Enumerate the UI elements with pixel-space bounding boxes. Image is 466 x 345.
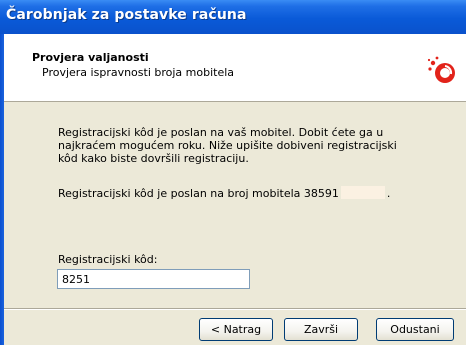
page-subtitle: Provjera ispravnosti broja mobitela <box>42 66 235 79</box>
phone-number-line: Registracijski kôd je poslan na broj mob… <box>58 186 390 200</box>
wizard-body: Registracijski kôd je poslan na vaš mobi… <box>4 102 466 308</box>
wizard-header: Provjera valjanosti Provjera ispravnosti… <box>4 34 466 102</box>
phone-number-redaction <box>340 186 385 199</box>
instruction-text: Registracijski kôd je poslan na vaš mobi… <box>58 126 397 165</box>
registration-code-label: Registracijski kôd: <box>58 253 158 266</box>
registration-code-input[interactable] <box>57 269 250 289</box>
cancel-button[interactable]: Odustani <box>376 318 454 341</box>
logo-icon <box>427 56 455 83</box>
title-bar[interactable]: Čarobnjak za postavke računa <box>0 0 466 34</box>
phone-number-end: . <box>386 187 391 200</box>
back-button[interactable]: < Natrag <box>199 318 273 341</box>
window-title: Čarobnjak za postavke računa <box>6 7 247 23</box>
wizard-window: Čarobnjak za postavke računa Provjera va… <box>0 0 466 345</box>
finish-button[interactable]: Završi <box>284 318 358 341</box>
phone-number-text: Registracijski kôd je poslan na broj mob… <box>58 187 339 200</box>
page-title: Provjera valjanosti <box>32 51 149 64</box>
wizard-footer: < Natrag Završi Odustani <box>4 308 466 345</box>
